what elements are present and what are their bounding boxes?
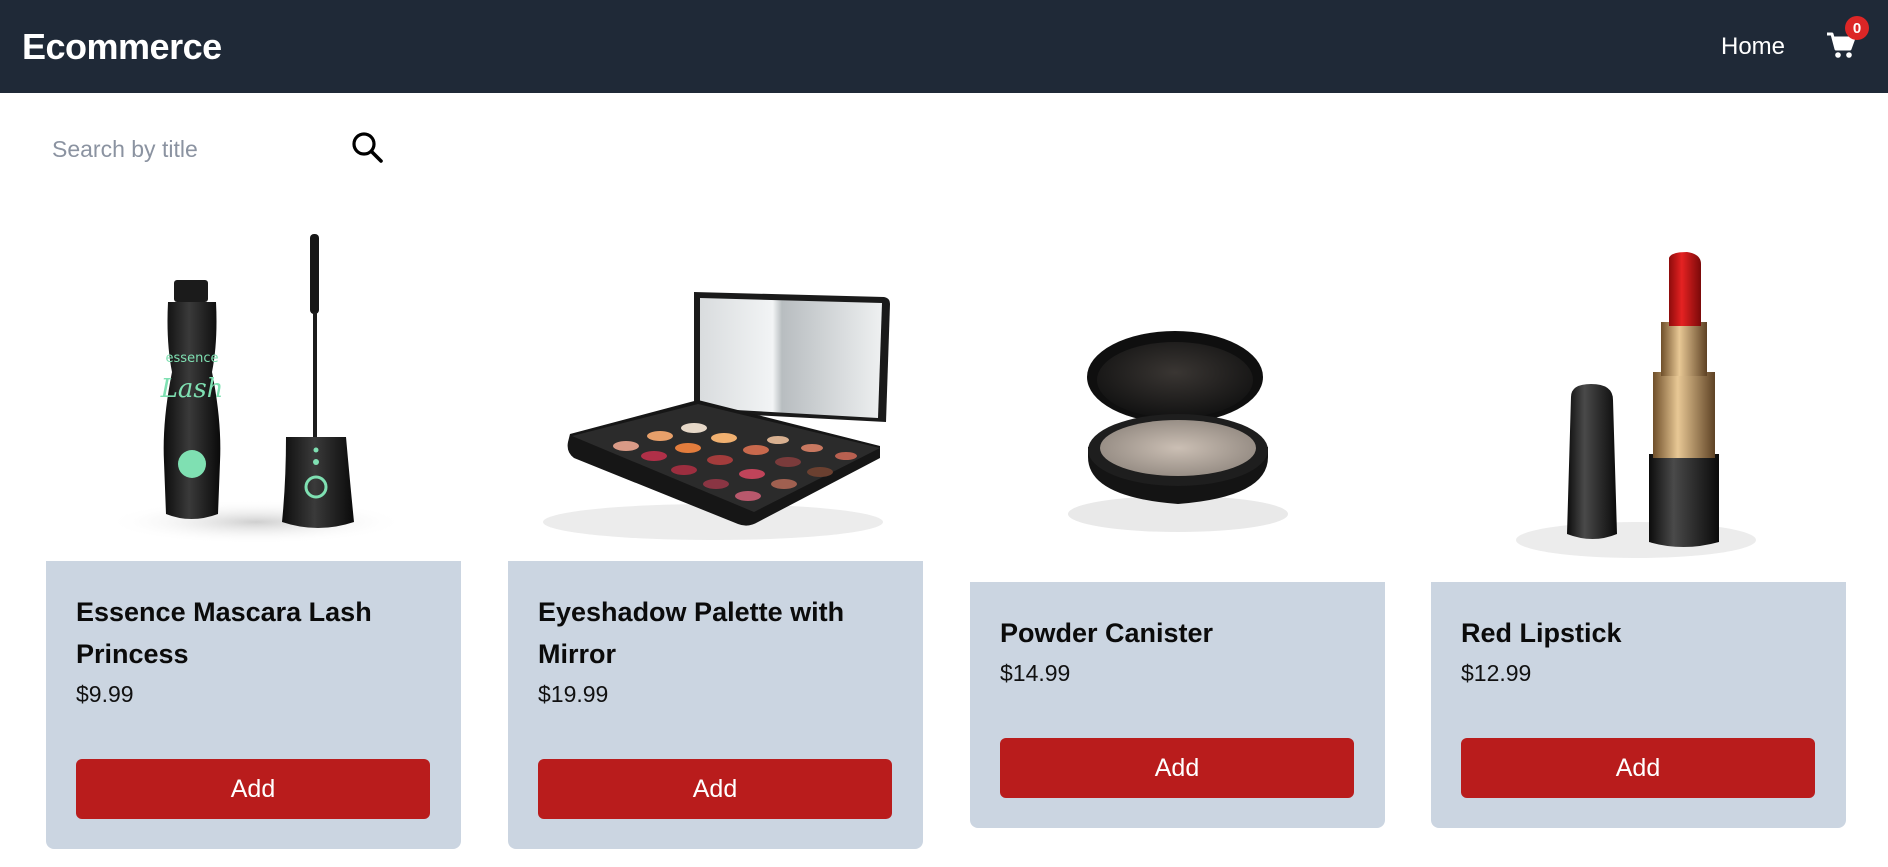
product-title: Essence Mascara Lash Princess xyxy=(76,597,372,669)
product-card-body: Essence Mascara Lash Princess $9.99 Add xyxy=(46,561,461,849)
brand-logo-text[interactable]: Ecommerce xyxy=(22,26,222,68)
svg-text:Lash: Lash xyxy=(160,374,224,404)
product-price: $12.99 xyxy=(1461,660,1532,686)
search-icon[interactable] xyxy=(350,130,384,164)
lipstick-image xyxy=(1516,252,1756,558)
mascara-image: essence Lash xyxy=(106,234,406,544)
eyeshadow-palette-image xyxy=(543,292,890,540)
cart-count-badge: 0 xyxy=(1845,16,1869,40)
svg-text:essence: essence xyxy=(166,351,219,366)
top-navbar: Ecommerce Home 0 xyxy=(0,0,1888,93)
add-to-cart-button[interactable]: Add xyxy=(1461,738,1815,798)
add-to-cart-button[interactable]: Add xyxy=(76,759,430,819)
add-to-cart-button[interactable]: Add xyxy=(1000,738,1354,798)
product-card-body: Powder Canister $14.99 Add xyxy=(970,582,1385,828)
search-input[interactable] xyxy=(52,128,342,170)
search-bar xyxy=(52,128,384,170)
powder-compact-image xyxy=(1068,331,1288,532)
product-price: $14.99 xyxy=(1000,660,1071,686)
product-title: Powder Canister xyxy=(1000,618,1214,648)
nav-home-link[interactable]: Home xyxy=(1721,33,1785,61)
product-card-body: Eyeshadow Palette with Mirror $19.99 Add xyxy=(508,561,923,849)
product-title: Eyeshadow Palette with Mirror xyxy=(538,597,845,669)
product-price: $9.99 xyxy=(76,681,134,707)
product-card-body: Red Lipstick $12.99 Add xyxy=(1431,582,1846,828)
product-title: Red Lipstick xyxy=(1461,618,1622,648)
product-price: $19.99 xyxy=(538,681,609,707)
add-to-cart-button[interactable]: Add xyxy=(538,759,892,819)
